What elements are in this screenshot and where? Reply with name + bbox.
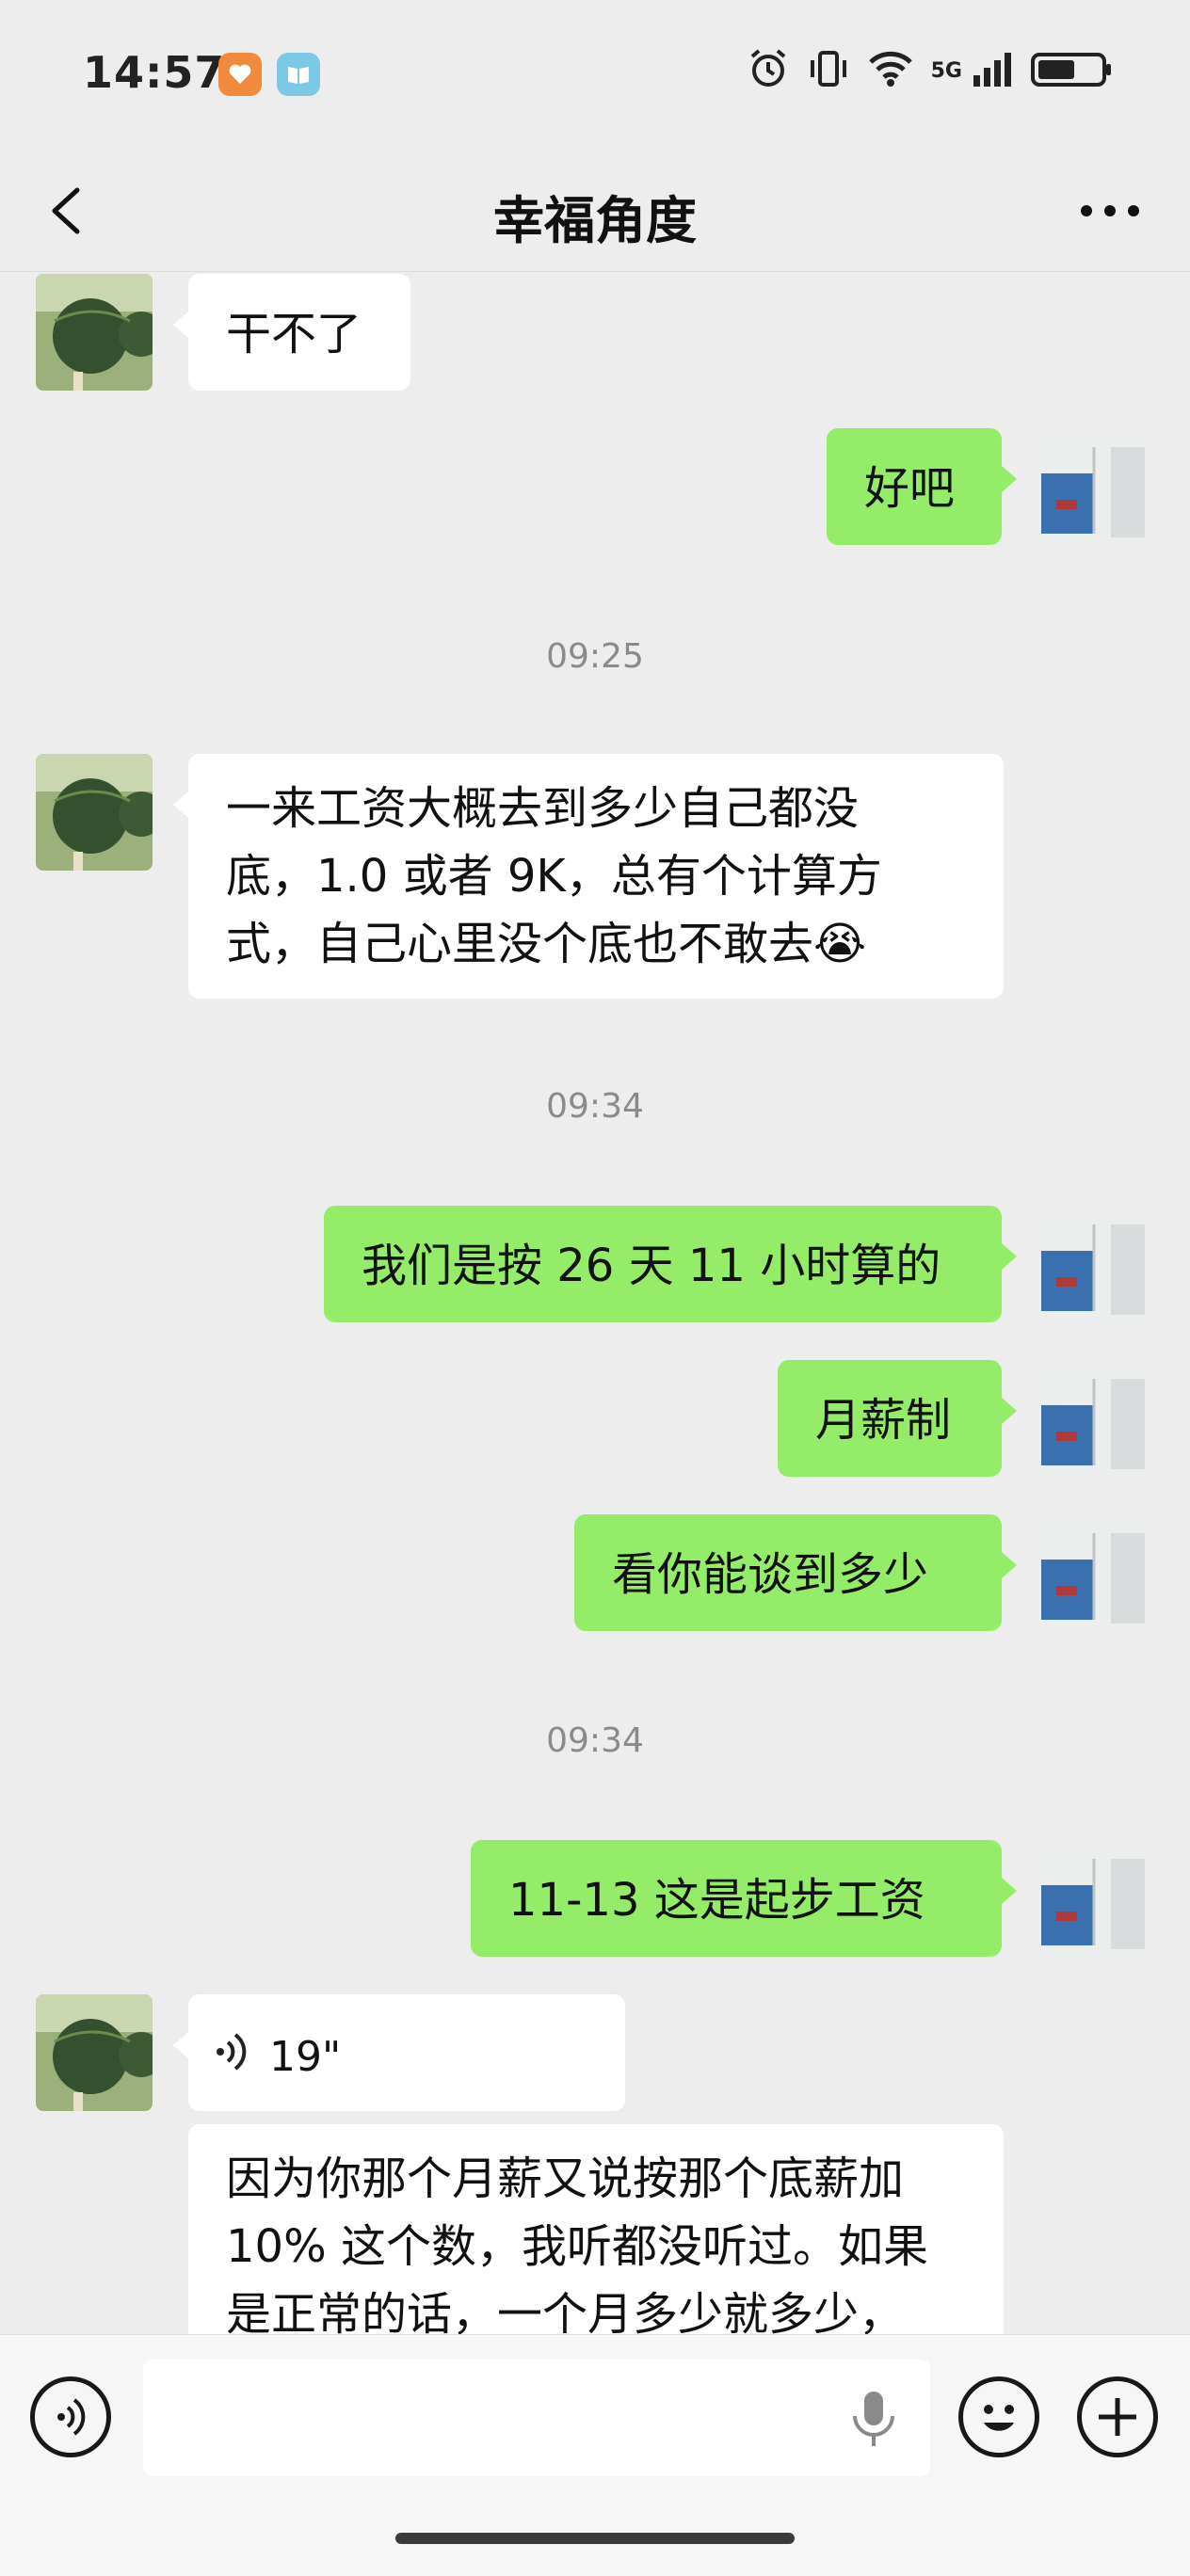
message-text: 好吧 (864, 462, 956, 515)
voice-input-icon (57, 2398, 86, 2436)
my-avatar[interactable] (1036, 1206, 1152, 1322)
plus-icon (1099, 2398, 1136, 2436)
status-time: 14:57 (83, 47, 226, 98)
input-bar (0, 2334, 1190, 2576)
message-text: 我们是按 26 天 11 小时算的 (362, 1240, 941, 1292)
contact-avatar[interactable] (36, 274, 153, 391)
outgoing-message-bubble[interactable]: 11-13 这是起步工资 (471, 1840, 1017, 1957)
incoming-message-bubble[interactable]: 干不了 (173, 274, 410, 391)
emoji-button[interactable] (958, 2376, 1039, 2457)
battery-icon (1030, 47, 1115, 94)
message-line: 10% 这个数，我听都没听过。如果 (226, 2220, 928, 2273)
voice-message-bubble[interactable]: 19" (173, 1994, 625, 2111)
chat-title: 幸福角度 (493, 191, 697, 250)
message-line: 底，1.0 或者 9K，总有个计算方 (226, 850, 882, 903)
message-timestamp: 09:25 (546, 637, 644, 676)
voice-duration: 19" (269, 2033, 342, 2081)
contact-avatar[interactable] (36, 1994, 153, 2111)
outgoing-message-bubble[interactable]: 我们是按 26 天 11 小时算的 (324, 1206, 1017, 1322)
my-avatar[interactable] (1036, 1360, 1152, 1477)
message-list[interactable]: 干不了 好吧 09:25 一来工资大概去到多少自己都没 底，1.0 或者 9K，… (0, 272, 1190, 2334)
plus-button[interactable] (1077, 2376, 1158, 2457)
contact-avatar[interactable] (36, 754, 153, 871)
more-button[interactable] (1068, 175, 1152, 247)
outgoing-message-bubble[interactable]: 月薪制 (778, 1360, 1017, 1477)
status-bar: 14:57 5G (0, 0, 1190, 151)
message-input[interactable] (143, 2360, 930, 2476)
incoming-message-bubble[interactable]: 一来工资大概去到多少自己都没 底，1.0 或者 9K，总有个计算方 式，自己心里… (173, 754, 1004, 999)
emoji-icon (984, 2405, 1014, 2431)
more-horizontal-icon (1081, 205, 1139, 216)
message-timestamp: 09:34 (546, 1721, 644, 1760)
message-text: 看你能谈到多少 (612, 1548, 929, 1601)
incoming-message-bubble[interactable]: 因为你那个月薪又说按那个底薪加 10% 这个数，我听都没听过。如果 是正常的话，… (188, 2124, 1004, 2334)
alarm-icon (747, 47, 790, 94)
signal-icon (972, 47, 1013, 94)
vibrate-icon (807, 47, 850, 94)
message-timestamp: 09:34 (546, 1087, 644, 1126)
message-line: 是正常的话，一个月多少就多少， (226, 2288, 905, 2334)
network-type: 5G (930, 58, 962, 83)
my-avatar[interactable] (1036, 428, 1152, 545)
my-avatar[interactable] (1036, 1840, 1152, 1957)
message-text: 月薪制 (815, 1394, 952, 1447)
microphone-icon[interactable] (847, 2388, 900, 2454)
book-app-icon (277, 53, 320, 96)
message-line: 式，自己心里没个底也不敢去😭 (226, 918, 867, 970)
heart-app-icon (218, 53, 262, 96)
chat-header: 幸福角度 (0, 151, 1190, 272)
message-line: 因为你那个月薪又说按那个底薪加 (226, 2152, 905, 2205)
outgoing-message-bubble[interactable]: 看你能谈到多少 (574, 1514, 1017, 1631)
home-indicator[interactable] (395, 2533, 795, 2544)
message-text: 干不了 (226, 308, 362, 360)
message-line: 一来工资大概去到多少自己都没 (226, 782, 860, 835)
message-text: 11-13 这是起步工资 (508, 1874, 925, 1927)
voice-wave-icon (215, 2024, 252, 2091)
voice-toggle-button[interactable] (30, 2376, 111, 2457)
my-avatar[interactable] (1036, 1514, 1152, 1631)
wifi-icon (867, 47, 914, 94)
outgoing-message-bubble[interactable]: 好吧 (827, 428, 1017, 545)
